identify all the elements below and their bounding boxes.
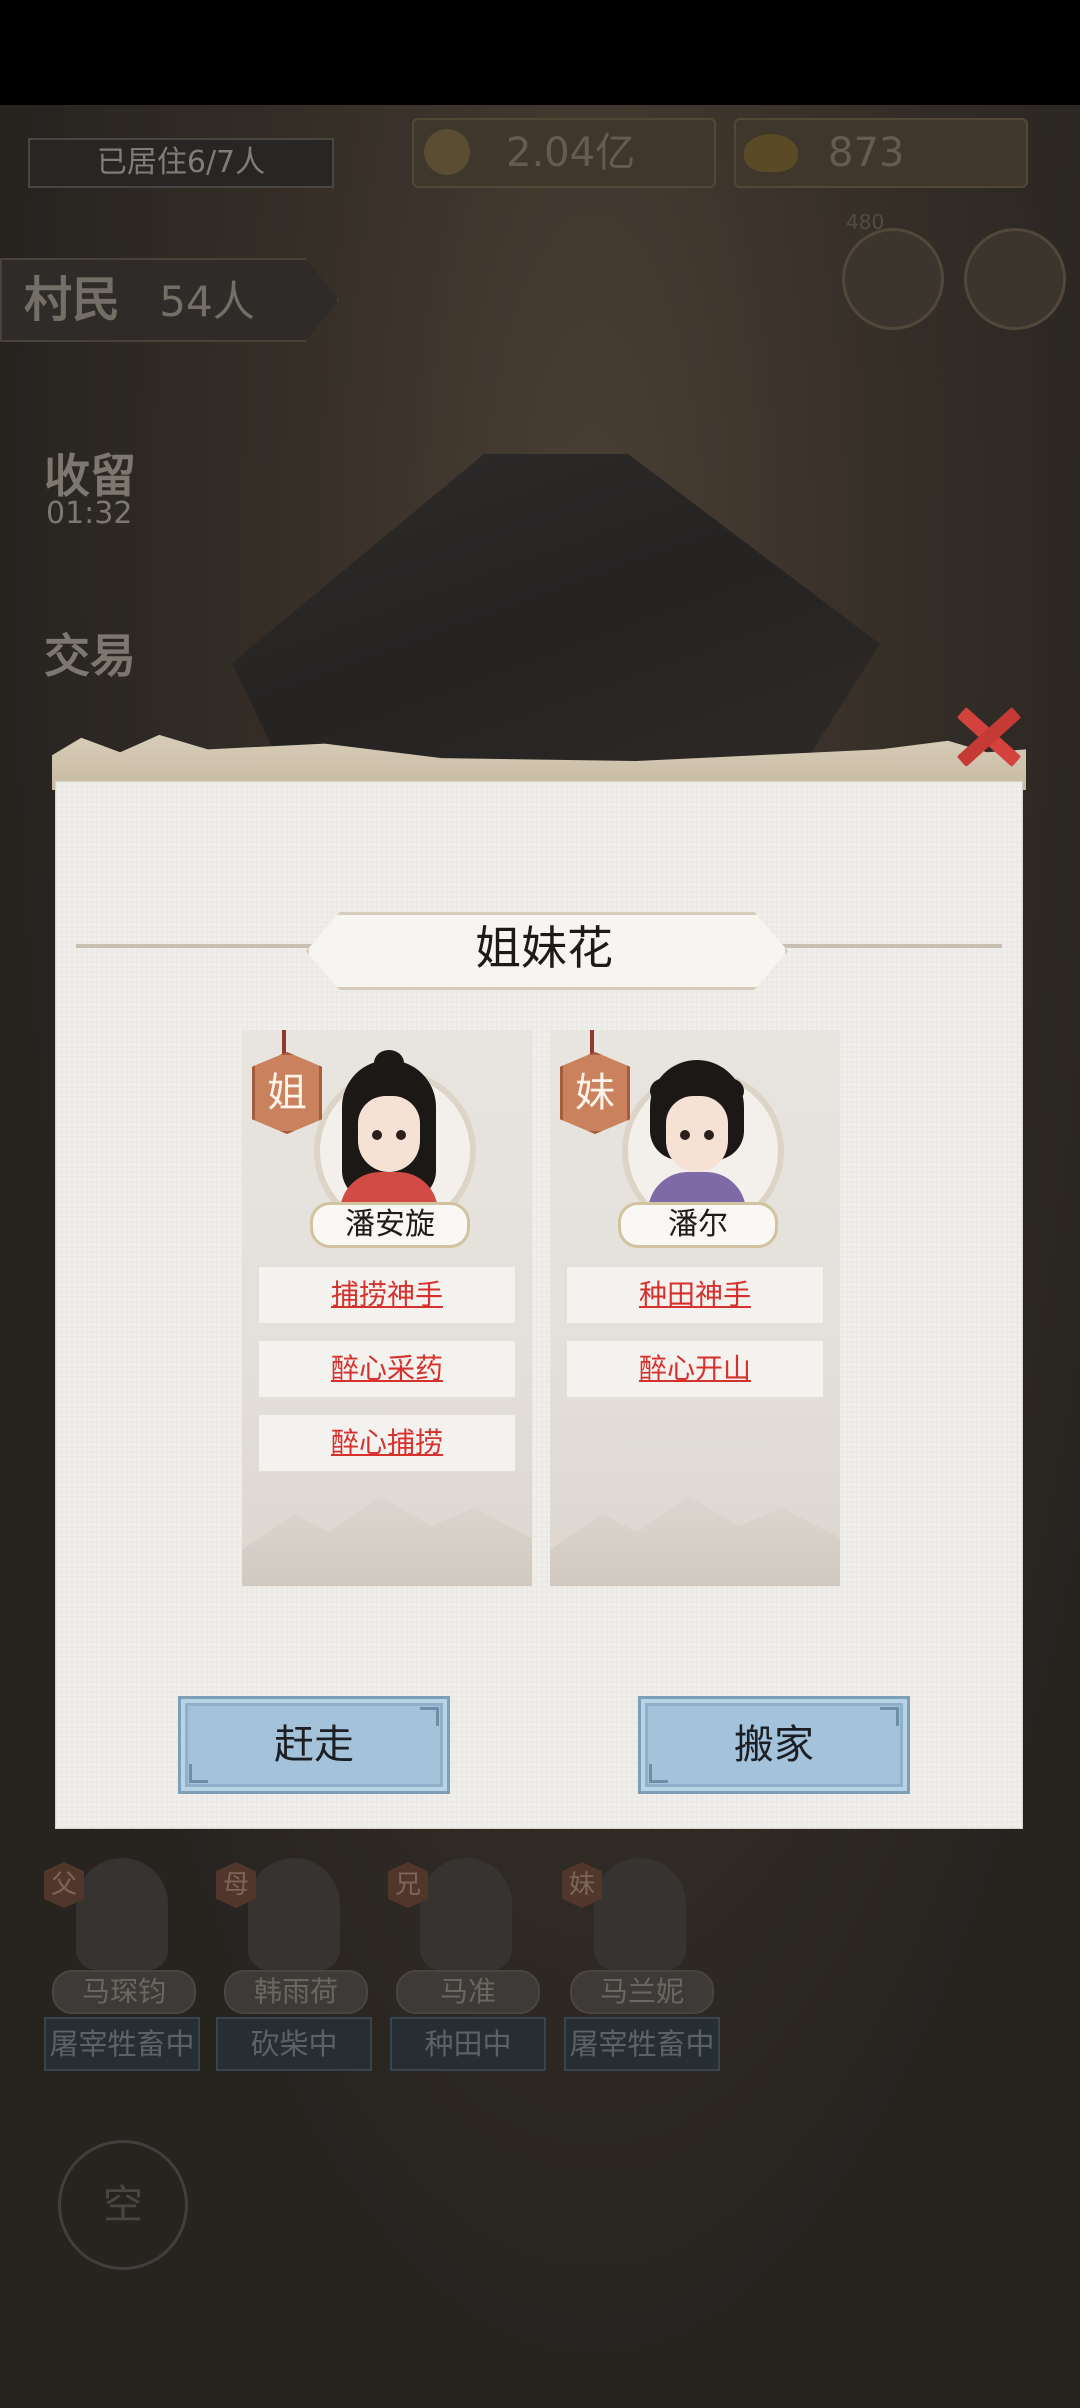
evict-button[interactable]: 赶走	[178, 1696, 450, 1794]
character-card-younger: 妹 潘尔 种田神手 醉心开山	[550, 1030, 840, 1586]
game-screen: 已居住6/7人 2.04亿 873 村民 54人 收留 01:32 交易 480…	[0, 0, 1080, 2408]
relation-tag: 姐	[252, 1030, 322, 1134]
relation-tag: 妹	[560, 1030, 630, 1134]
move-house-button-label: 搬家	[734, 1722, 814, 1768]
trait-link[interactable]: 种田神手	[566, 1266, 824, 1324]
character-portrait	[642, 1060, 752, 1220]
sisters-dialog: 姐妹花 姐 潘安旋 捕捞神手 醉心采药 醉心捕捞 妹 潘尔 种田神手 醉心开山 …	[52, 732, 1026, 1830]
evict-button-label: 赶走	[274, 1722, 354, 1768]
close-icon[interactable]	[948, 696, 1028, 776]
dialog-body: 姐妹花 姐 潘安旋 捕捞神手 醉心采药 醉心捕捞 妹 潘尔 种田神手 醉心开山 …	[56, 782, 1022, 1828]
character-card-elder: 姐 潘安旋 捕捞神手 醉心采药 醉心捕捞	[242, 1030, 532, 1586]
character-name: 潘尔	[618, 1202, 778, 1248]
title-rule-right	[762, 944, 1002, 948]
character-name: 潘安旋	[310, 1202, 470, 1248]
dialog-title: 姐妹花	[475, 921, 613, 975]
trait-link[interactable]: 捕捞神手	[258, 1266, 516, 1324]
character-portrait	[334, 1050, 444, 1220]
mountain-mist	[550, 1496, 840, 1586]
move-house-button[interactable]: 搬家	[638, 1696, 910, 1794]
trait-link[interactable]: 醉心开山	[566, 1340, 824, 1398]
mountain-mist	[242, 1496, 532, 1586]
title-rule-left	[76, 944, 316, 948]
trait-link[interactable]: 醉心捕捞	[258, 1414, 516, 1472]
trait-link[interactable]: 醉心采药	[258, 1340, 516, 1398]
